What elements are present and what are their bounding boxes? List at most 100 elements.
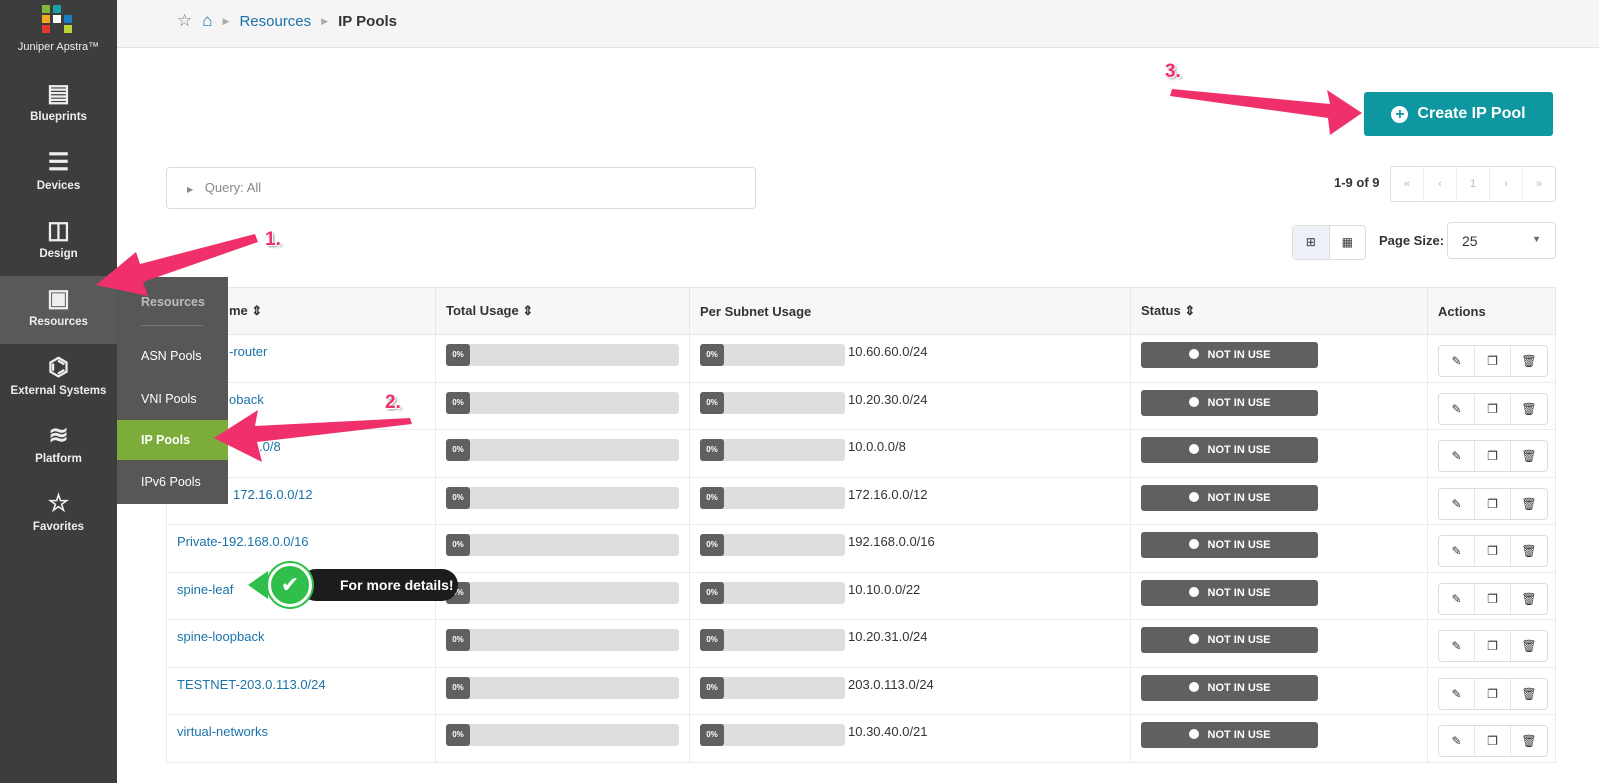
breadcrumb-resources[interactable]: Resources bbox=[239, 13, 311, 30]
pool-name-link[interactable]: spine-loopback bbox=[177, 629, 264, 644]
clone-icon[interactable]: ❐ bbox=[1475, 678, 1511, 709]
sidebar-item-platform[interactable]: ≋ Platform bbox=[0, 413, 117, 481]
delete-icon[interactable]: 🗑 bbox=[1511, 536, 1547, 566]
submenu-header: Resources bbox=[141, 295, 205, 309]
edit-icon[interactable]: ✎ bbox=[1439, 441, 1475, 471]
edit-icon[interactable]: ✎ bbox=[1439, 631, 1475, 661]
delete-icon[interactable]: 🗑 bbox=[1511, 346, 1547, 376]
edit-icon[interactable]: ✎ bbox=[1439, 678, 1475, 709]
edit-icon[interactable]: ✎ bbox=[1439, 393, 1475, 424]
subnet-usage-fill: 0% bbox=[700, 629, 724, 651]
pool-name-link[interactable]: virtual-networks bbox=[177, 724, 268, 739]
pool-name-link[interactable]: 172.16.0.0/12 bbox=[233, 487, 313, 502]
delete-icon[interactable]: 🗑 bbox=[1511, 394, 1547, 424]
prev-page-button[interactable]: ‹ bbox=[1424, 167, 1457, 201]
subnet-usage-bar: 0% bbox=[700, 344, 845, 366]
caret-right-icon: ▶ bbox=[187, 185, 194, 194]
column-label: Actions bbox=[1438, 303, 1486, 319]
cell-status: NOT IN USE bbox=[1130, 381, 1428, 430]
sidebar-item-design[interactable]: ◫ Design bbox=[0, 208, 117, 276]
pool-name-link[interactable]: spine-leaf bbox=[177, 582, 233, 597]
status-dot-icon bbox=[1188, 586, 1199, 597]
clone-icon[interactable]: ❐ bbox=[1475, 726, 1511, 756]
pool-name-link[interactable]: oback bbox=[229, 392, 264, 407]
row-actions: ✎ ❐ 🗑 bbox=[1438, 582, 1548, 615]
submenu-item-vni-pools[interactable]: VNI Pools bbox=[117, 379, 228, 419]
pagination: « ‹ 1 › » bbox=[1390, 166, 1556, 202]
pool-name-link[interactable]: Private-192.168.0.0/16 bbox=[177, 534, 309, 549]
status-label: NOT IN USE bbox=[1207, 539, 1271, 551]
subnet-value: 10.20.30.0/24 bbox=[848, 391, 928, 407]
submenu-item-ipv6-pools[interactable]: IPv6 Pools bbox=[117, 462, 228, 502]
delete-icon[interactable]: 🗑 bbox=[1511, 679, 1547, 709]
pool-name-link[interactable]: -router bbox=[229, 344, 267, 359]
plus-circle-icon: + bbox=[1391, 105, 1409, 123]
sidebar-item-resources[interactable]: ▣ Resources bbox=[0, 276, 117, 344]
edit-icon[interactable]: ✎ bbox=[1439, 583, 1475, 614]
clone-icon[interactable]: ❐ bbox=[1475, 346, 1511, 376]
subnet-value: 10.0.0.0/8 bbox=[848, 439, 906, 454]
page-1-button[interactable]: 1 bbox=[1457, 167, 1490, 201]
pagination-range: 1-9 of 9 bbox=[1334, 175, 1380, 190]
query-filter[interactable]: ▶ Query: All bbox=[166, 167, 756, 209]
next-page-button[interactable]: › bbox=[1490, 167, 1523, 201]
edit-icon[interactable]: ✎ bbox=[1439, 346, 1475, 376]
top-bar: ☆ ⌂ ▶ Resources ▶ IP Pools bbox=[117, 0, 1599, 48]
subnet-value: 172.16.0.0/12 bbox=[848, 486, 928, 502]
home-icon[interactable]: ⌂ bbox=[202, 11, 212, 31]
sidebar-item-devices[interactable]: ☰ Devices bbox=[0, 140, 117, 208]
subnet-usage-bar: 0% bbox=[700, 724, 845, 746]
first-page-button[interactable]: « bbox=[1391, 167, 1424, 201]
delete-icon[interactable]: 🗑 bbox=[1511, 441, 1547, 471]
delete-icon[interactable]: 🗑 bbox=[1511, 489, 1547, 519]
pool-name-link[interactable]: .0/8 bbox=[259, 439, 281, 454]
submenu-item-ip-pools[interactable]: IP Pools bbox=[117, 420, 228, 460]
last-page-button[interactable]: » bbox=[1523, 167, 1555, 201]
edit-icon[interactable]: ✎ bbox=[1439, 536, 1475, 566]
delete-icon[interactable]: 🗑 bbox=[1511, 726, 1547, 756]
delete-icon[interactable]: 🗑 bbox=[1511, 631, 1547, 661]
design-icon: ◫ bbox=[47, 217, 70, 244]
total-usage-bar: 0% bbox=[446, 724, 679, 746]
sidebar-item-external-systems[interactable]: ⌬ External Systems bbox=[0, 345, 117, 413]
create-ip-pool-button[interactable]: + Create IP Pool bbox=[1364, 92, 1553, 136]
submenu-item-asn-pools[interactable]: ASN Pools bbox=[117, 336, 228, 376]
clone-icon[interactable]: ❐ bbox=[1475, 631, 1511, 661]
clone-icon[interactable]: ❐ bbox=[1475, 583, 1511, 614]
pool-name-link[interactable]: TESTNET-203.0.113.0/24 bbox=[177, 677, 326, 692]
delete-icon[interactable]: 🗑 bbox=[1511, 584, 1547, 614]
edit-icon[interactable]: ✎ bbox=[1439, 488, 1475, 519]
row-actions: ✎ ❐ 🗑 bbox=[1438, 440, 1548, 472]
status-dot-icon bbox=[1188, 444, 1199, 454]
status-label: NOT IN USE bbox=[1207, 444, 1271, 456]
row-actions: ✎ ❐ 🗑 bbox=[1438, 677, 1548, 710]
subnet-usage-fill: 0% bbox=[700, 344, 724, 366]
subnet-usage-bar: 0% bbox=[700, 629, 845, 651]
divider bbox=[141, 325, 203, 326]
clone-icon[interactable]: ❐ bbox=[1475, 393, 1511, 424]
sidebar-item-blueprints[interactable]: ▤ Blueprints bbox=[0, 71, 117, 139]
column-total-usage[interactable]: Total Usage ⇕ bbox=[435, 287, 690, 335]
favorite-star-icon[interactable]: ☆ bbox=[177, 11, 192, 31]
table-view-icon[interactable]: ⊞ bbox=[1293, 226, 1330, 259]
clone-icon[interactable]: ❐ bbox=[1475, 441, 1511, 471]
breadcrumb-current: IP Pools bbox=[338, 12, 397, 30]
column-label: Per Subnet Usage bbox=[700, 303, 812, 319]
sidebar: Juniper Apstra™ ▤ Blueprints ☰ Devices ◫ Desi… bbox=[0, 0, 117, 783]
subnet-usage-bar: 0% bbox=[700, 486, 845, 509]
cell-name: spine-loopback bbox=[166, 619, 436, 668]
clone-icon[interactable]: ❐ bbox=[1475, 488, 1511, 519]
row-actions: ✎ ❐ 🗑 bbox=[1438, 392, 1548, 425]
sidebar-item-favorites[interactable]: ☆ Favorites bbox=[0, 481, 117, 549]
arrow-3 bbox=[1170, 89, 1362, 135]
edit-icon[interactable]: ✎ bbox=[1439, 726, 1475, 756]
annotation-step-2: 2. bbox=[385, 392, 401, 413]
total-usage-bar: 0% bbox=[446, 344, 679, 366]
clone-icon[interactable]: ❐ bbox=[1475, 536, 1511, 566]
column-status[interactable]: Status ⇕ bbox=[1130, 287, 1428, 335]
page-size-select[interactable]: 25 ▼ bbox=[1447, 222, 1556, 259]
grid-view-icon[interactable]: ▦ bbox=[1330, 226, 1366, 259]
subnet-usage-fill: 0% bbox=[700, 581, 724, 604]
cell-status: NOT IN USE bbox=[1130, 619, 1428, 668]
logo[interactable]: Juniper Apstra™ bbox=[0, 0, 117, 66]
